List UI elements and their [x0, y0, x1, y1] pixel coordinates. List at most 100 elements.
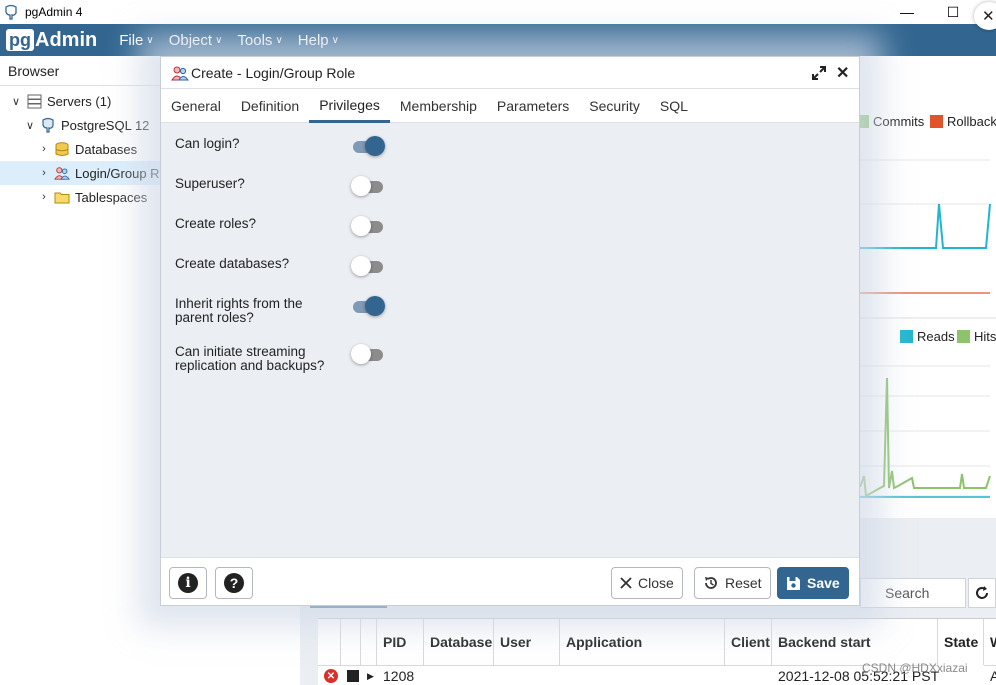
dialog-title: Create - Login/Group Role: [191, 64, 356, 81]
toggle-knob: [351, 216, 371, 236]
legend-item-commits: Commits: [856, 114, 924, 129]
help-icon: ?: [224, 573, 244, 593]
reset-icon: [703, 575, 719, 591]
databases-icon: [54, 141, 70, 157]
panel-close-button[interactable]: ✕: [974, 2, 996, 30]
roles-icon: [171, 66, 189, 80]
cell-state: A: [984, 665, 996, 685]
browser-title: Browser: [8, 62, 60, 79]
servers-icon: [26, 93, 42, 109]
stop-icon: [347, 670, 359, 682]
close-icon: [620, 577, 632, 589]
table-header-client[interactable]: Client: [725, 619, 772, 665]
cell-blank: [424, 665, 772, 685]
dialog-header: Create - Login/Group Role ✕: [161, 57, 859, 89]
legend-label: Commits: [873, 114, 925, 129]
tablespaces-icon: [54, 189, 70, 205]
table-header-state[interactable]: State: [938, 619, 984, 665]
menu-file-label: File: [119, 31, 144, 49]
legend-swatch: [930, 115, 943, 128]
legend-swatch: [957, 330, 970, 343]
terminate-session-button[interactable]: ✕: [318, 665, 341, 685]
tab-security[interactable]: Security: [579, 89, 650, 123]
tab-sql[interactable]: SQL: [650, 89, 698, 123]
logo-pg: pg: [6, 29, 34, 51]
chevron-right-icon[interactable]: ›: [38, 167, 50, 179]
tree-item-label: Databases: [75, 141, 138, 157]
refresh-icon: [976, 586, 988, 599]
inherit-rights-toggle[interactable]: [351, 295, 389, 317]
menu-object[interactable]: Object ∨: [169, 32, 223, 49]
tree-item-label: PostgreSQL 12: [61, 117, 150, 133]
close-button[interactable]: Close: [611, 567, 683, 599]
tree-item-label: Servers (1): [47, 93, 112, 109]
legend-item-hits: Hits: [957, 329, 996, 344]
can-login-label: Can login?: [175, 136, 240, 151]
tab-general[interactable]: General: [161, 89, 231, 123]
can-login-toggle[interactable]: [351, 135, 389, 157]
chevron-right-icon[interactable]: ›: [38, 191, 50, 203]
tab-parameters[interactable]: Parameters: [487, 89, 579, 123]
superuser-toggle[interactable]: [351, 175, 389, 197]
maximize-icon[interactable]: [811, 65, 827, 81]
menu-tools-label: Tools: [237, 31, 273, 49]
watermark: CSDN @HDXxiazai: [862, 661, 968, 675]
table-header-user[interactable]: User: [494, 619, 560, 665]
dialog-close-icon[interactable]: ✕: [836, 63, 849, 83]
create-roles-toggle[interactable]: [351, 215, 389, 237]
menu-tools[interactable]: Tools ∨: [237, 32, 282, 49]
table-header-wait[interactable]: W: [984, 619, 996, 665]
cell-pid: 1208: [377, 665, 424, 685]
menu-help[interactable]: Help ∨: [298, 32, 339, 49]
inherit-rights-label: Inherit rights from the parent roles?: [175, 296, 303, 325]
tree-item-label: Login/Group R: [75, 165, 160, 181]
chevron-down-icon[interactable]: ∨: [24, 119, 36, 132]
table-header-pid[interactable]: PID: [377, 619, 424, 665]
reset-button[interactable]: Reset: [694, 567, 771, 599]
cancel-circle-icon: ✕: [324, 669, 338, 683]
chevron-down-icon[interactable]: ∨: [10, 95, 22, 108]
chevron-right-icon[interactable]: ›: [38, 143, 50, 155]
superuser-label: Superuser?: [175, 176, 245, 191]
chevron-down-icon: ∨: [146, 34, 154, 46]
tab-membership[interactable]: Membership: [390, 89, 487, 123]
legend-item-rollback: Rollback: [930, 114, 996, 129]
tab-privileges[interactable]: Privileges: [309, 89, 390, 123]
save-button[interactable]: Save: [777, 567, 849, 599]
legend-label: Rollback: [947, 114, 996, 129]
menu-help-label: Help: [297, 31, 329, 49]
stop-query-button[interactable]: [341, 665, 361, 685]
pgadmin-elephant-icon: [5, 4, 17, 20]
pgadmin-logo: pg Admin: [6, 29, 97, 52]
menubar: pg Admin File ∨ Object ∨ Tools ∨ Help ∨: [0, 24, 996, 56]
legend-label: Reads: [917, 329, 955, 344]
info-button[interactable]: i: [169, 567, 207, 599]
tab-definition[interactable]: Definition: [231, 89, 309, 123]
toggle-knob: [365, 296, 385, 316]
menu-file[interactable]: File ∨: [119, 32, 154, 49]
chevron-down-icon: ∨: [331, 34, 339, 46]
expand-row-button[interactable]: ▶: [361, 665, 377, 685]
toggle-knob: [365, 136, 385, 156]
commits-line: [860, 203, 991, 249]
reset-button-label: Reset: [725, 575, 762, 591]
replication-toggle[interactable]: [351, 343, 389, 365]
chevron-down-icon: ∨: [215, 34, 223, 46]
tree-item-label: Tablespaces: [75, 189, 148, 205]
menu-object-label: Object: [168, 31, 213, 49]
refresh-button[interactable]: [968, 578, 996, 608]
create-databases-toggle[interactable]: [351, 255, 389, 277]
table-header-backend-start[interactable]: Backend start: [772, 619, 938, 665]
table-header-application[interactable]: Application: [560, 619, 725, 665]
create-databases-label: Create databases?: [175, 256, 290, 271]
table-header-database[interactable]: Database: [424, 619, 494, 665]
window-titlebar: pgAdmin 4 — ☐: [0, 0, 996, 24]
table-header-cell: [341, 619, 361, 665]
dialog-tabs: General Definition Privileges Membership…: [161, 89, 859, 123]
create-roles-label: Create roles?: [175, 216, 257, 231]
minimize-button[interactable]: —: [884, 0, 930, 24]
maximize-button[interactable]: ☐: [930, 0, 976, 24]
dialog-footer: i ? Close Reset Save: [161, 557, 859, 605]
help-button[interactable]: ?: [215, 567, 253, 599]
activity-search-input[interactable]: Search: [860, 578, 966, 608]
